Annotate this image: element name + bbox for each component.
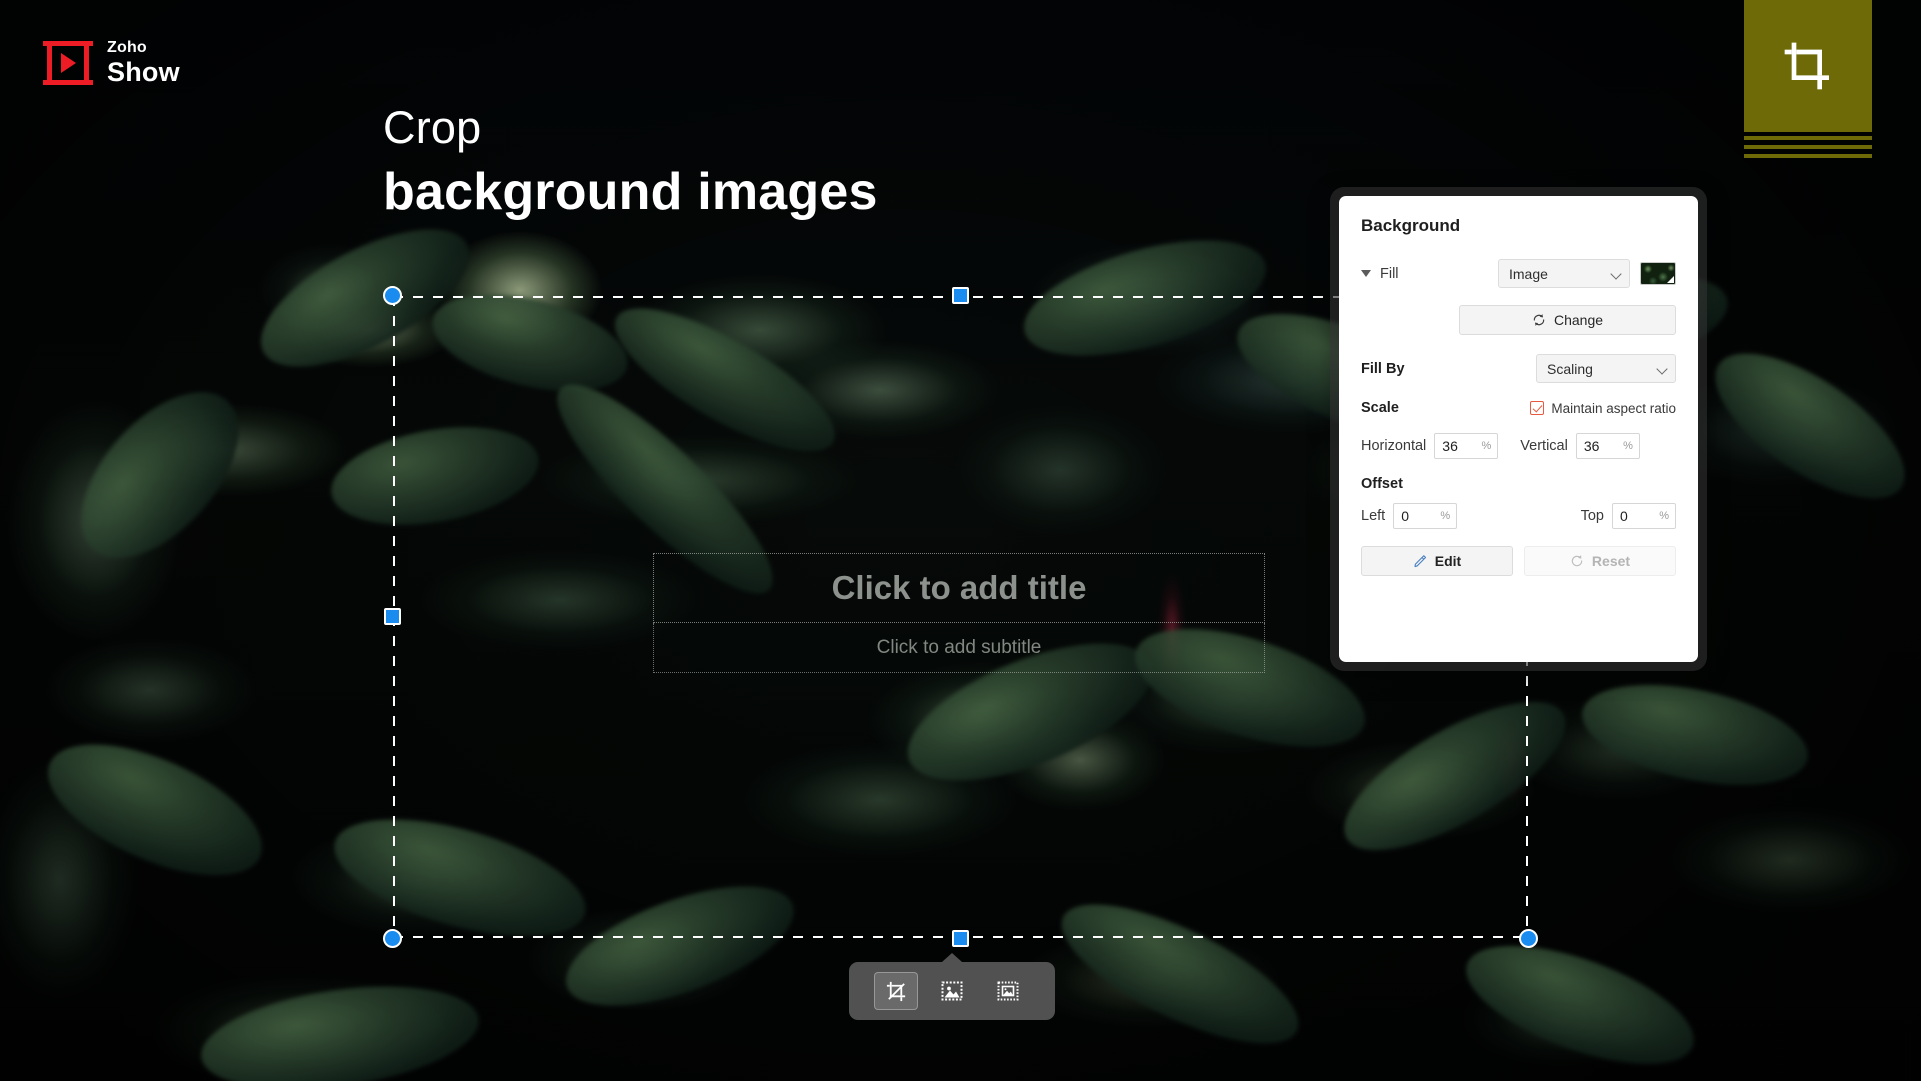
maintain-aspect-ratio-label: Maintain aspect ratio: [1551, 400, 1676, 416]
zoho-show-logo: Zoho Show: [43, 40, 180, 86]
maintain-aspect-ratio-control[interactable]: Maintain aspect ratio: [1530, 401, 1676, 416]
refresh-icon: [1533, 314, 1545, 326]
toolbar-fill-image-button[interactable]: [986, 972, 1030, 1010]
slide-heading: Crop background images: [383, 102, 878, 221]
background-properties-card: Background Fill Image Change Fill By Sca…: [1339, 196, 1698, 662]
fill-by-select[interactable]: Scaling: [1536, 354, 1676, 383]
offset-top-input[interactable]: 0 %: [1612, 503, 1676, 529]
scale-horizontal-value: 36: [1442, 438, 1458, 454]
slide-editor-canvas: Zoho Show Crop background images Click t…: [0, 0, 1921, 1081]
chevron-down-icon: [1610, 268, 1622, 280]
fill-type-select[interactable]: Image: [1498, 259, 1630, 288]
crop-icon: [1784, 42, 1829, 90]
fill-by-label: Fill By: [1361, 360, 1405, 377]
brand-name-zoho: Zoho: [107, 39, 147, 56]
resize-handle-top-middle[interactable]: [951, 287, 969, 304]
offset-left-value: 0: [1401, 508, 1409, 524]
panel-action-buttons: Edit Reset: [1361, 546, 1676, 576]
scale-row: Scale Maintain aspect ratio: [1361, 400, 1676, 416]
zoho-show-logo-icon: [43, 41, 93, 85]
percent-unit: %: [1440, 510, 1451, 522]
edit-button-label: Edit: [1434, 553, 1462, 569]
resize-handle-bottom-right[interactable]: [1519, 929, 1538, 948]
heading-line-1: Crop: [383, 102, 482, 153]
offset-values-row: Left 0 % Top 0 %: [1361, 503, 1676, 529]
reset-icon: [1571, 555, 1583, 567]
panel-title: Background: [1361, 216, 1461, 235]
crop-badge-stripes: [1744, 136, 1872, 161]
change-button-label: Change: [1553, 312, 1604, 328]
scale-vertical-input[interactable]: 36 %: [1575, 433, 1640, 459]
percent-unit: %: [1659, 510, 1669, 522]
background-properties-panel: Background Fill Image Change Fill By Sca…: [1330, 187, 1707, 671]
toolbar-crop-button[interactable]: [874, 972, 918, 1010]
caret-down-icon[interactable]: [1361, 270, 1371, 277]
toolbar-fit-image-button[interactable]: [930, 972, 974, 1010]
image-context-toolbar: [849, 953, 1055, 1020]
scale-vertical-value: 36: [1583, 438, 1600, 454]
crop-feature-badge: [1744, 0, 1872, 132]
offset-row: Offset: [1361, 476, 1676, 492]
vertical-label: Vertical: [1520, 438, 1568, 454]
scale-values-row: Horizontal 36 % Vertical 36 %: [1361, 433, 1676, 459]
scale-label: Scale: [1361, 400, 1399, 416]
resize-handle-bottom-middle[interactable]: [951, 930, 969, 947]
brand-name-show: Show: [107, 57, 180, 87]
reset-button-label: Reset: [1591, 553, 1631, 569]
scale-horizontal-input[interactable]: 36 %: [1434, 433, 1499, 459]
fit-image-icon: [941, 981, 963, 1001]
fill-row: Fill Image: [1361, 259, 1676, 288]
resize-handle-bottom-left[interactable]: [383, 929, 402, 948]
crop-icon: [886, 981, 905, 1001]
fill-type-value: Image: [1509, 265, 1548, 282]
change-image-button[interactable]: Change: [1459, 305, 1676, 335]
offset-left-input[interactable]: 0 %: [1393, 503, 1458, 529]
reset-button[interactable]: Reset: [1524, 546, 1676, 576]
offset-top-value: 0: [1620, 508, 1628, 524]
image-fill-thumbnail[interactable]: [1640, 262, 1676, 285]
horizontal-label: Horizontal: [1361, 438, 1427, 454]
fill-by-row: Fill By Scaling: [1361, 354, 1676, 383]
offset-label: Offset: [1361, 476, 1403, 492]
fill-by-value: Scaling: [1547, 360, 1593, 377]
fill-label: Fill: [1380, 265, 1399, 282]
thumbnail-dropdown-triangle-icon: [1667, 276, 1674, 283]
checkbox-checked-icon[interactable]: [1530, 401, 1545, 415]
edit-button[interactable]: Edit: [1361, 546, 1513, 576]
resize-handle-left-middle[interactable]: [384, 608, 401, 625]
offset-left-label: Left: [1361, 508, 1386, 524]
offset-top-label: Top: [1580, 508, 1604, 524]
percent-unit: %: [1481, 440, 1492, 452]
pencil-icon: [1414, 555, 1426, 568]
heading-line-2: background images: [383, 162, 878, 221]
percent-unit: %: [1623, 440, 1633, 452]
zoho-show-logo-text: Zoho Show: [107, 40, 180, 86]
resize-handle-top-left[interactable]: [383, 286, 402, 305]
fill-image-icon: [997, 981, 1019, 1001]
chevron-down-icon: [1656, 363, 1668, 375]
